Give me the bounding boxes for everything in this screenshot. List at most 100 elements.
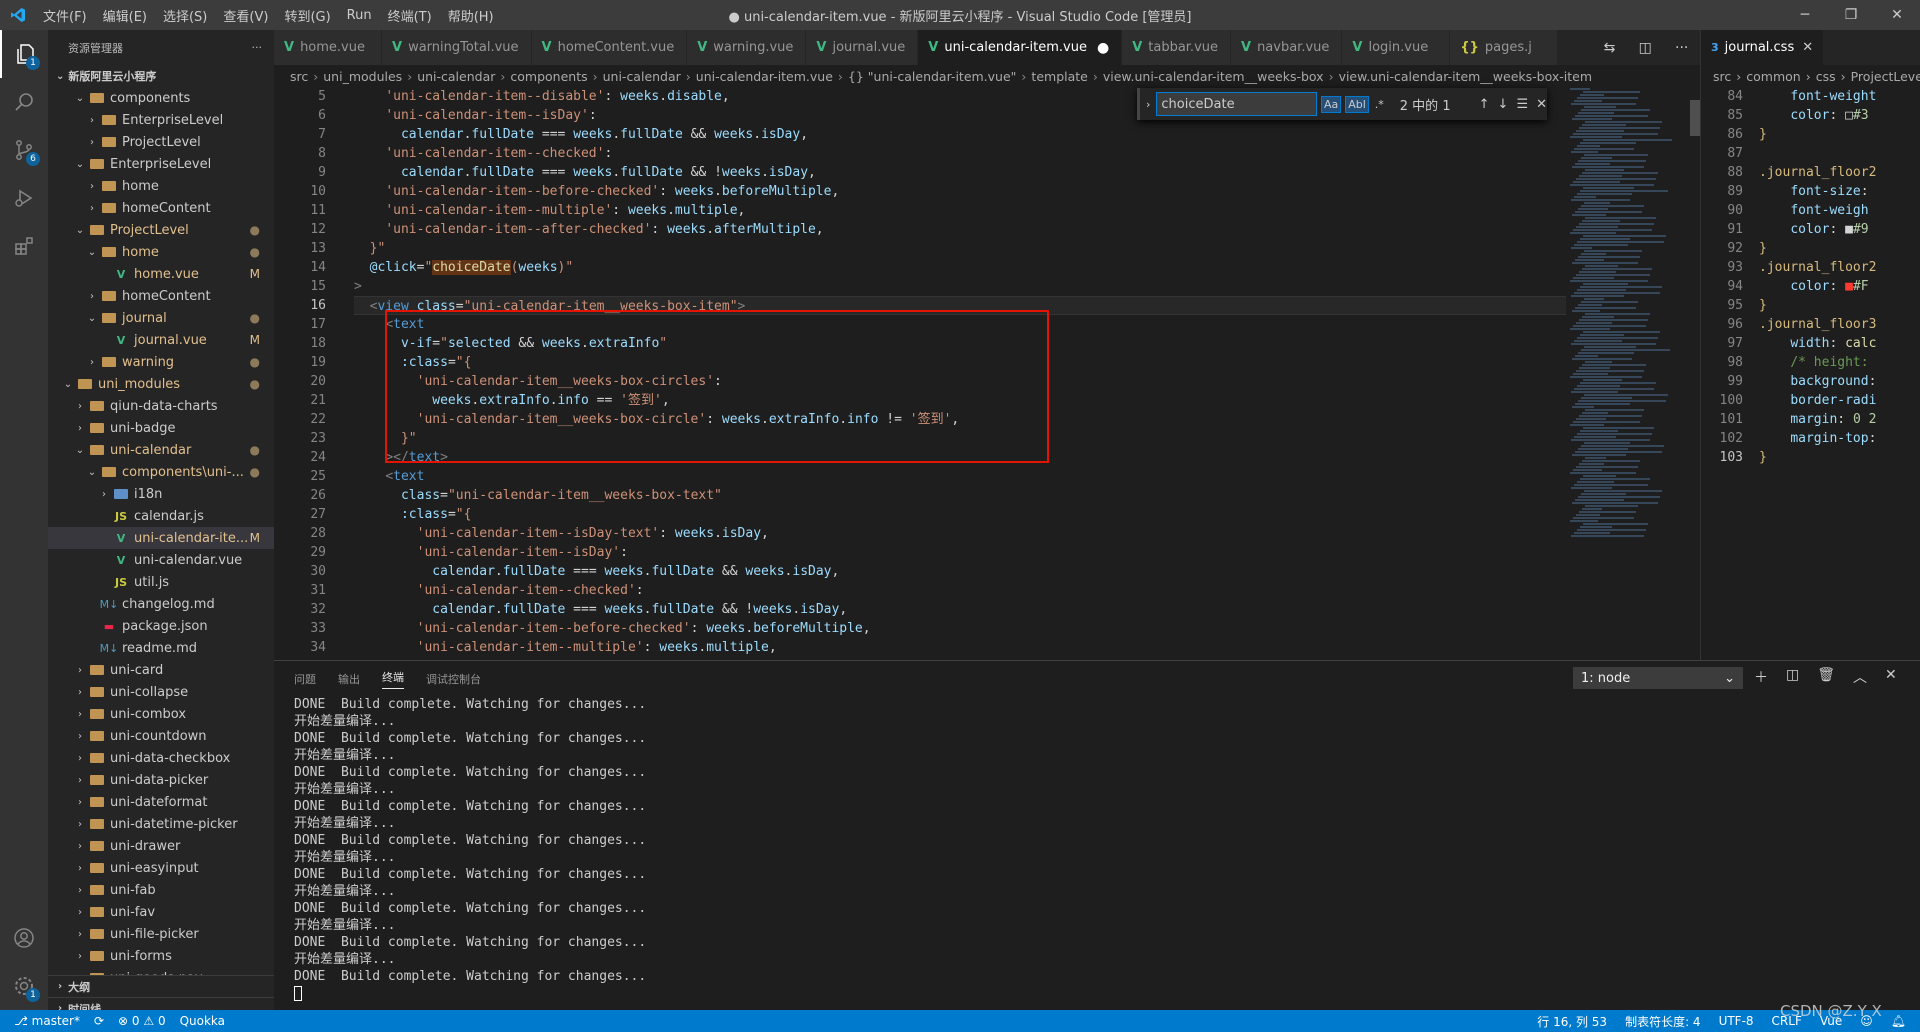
tree-item[interactable]: ⌄ EnterpriseLevel <box>48 153 274 175</box>
code-line[interactable]: margin-top: <box>1759 429 1909 448</box>
code-editor[interactable]: 5 6 7 8 9 10 11 12 13 14 15 16 17 18 19 20 21 22 23 24 25 26 2… <box>274 87 1700 660</box>
tree-item[interactable]: › warning ● <box>48 351 274 373</box>
tree-item[interactable]: › i18n <box>48 483 274 505</box>
panel-tab[interactable]: 输出 <box>338 671 360 687</box>
code-line[interactable]: weeks.extraInfo.info == '签到', <box>354 391 1654 410</box>
tree-item[interactable]: JS calendar.js <box>48 505 274 527</box>
terminal-dropdown[interactable]: 1: node ⌄ <box>1573 667 1743 689</box>
code-line[interactable]: <view class="uni-calendar-item__weeks-bo… <box>354 296 1654 315</box>
run-debug-icon[interactable] <box>0 174 48 222</box>
tree-item[interactable]: › uni-badge <box>48 417 274 439</box>
terminal-output[interactable]: DONE Build complete. Watching for change… <box>274 696 1920 1002</box>
extensions-icon[interactable] <box>0 222 48 270</box>
code-line[interactable]: 'uni-calendar-item--before-checked': wee… <box>354 619 1654 638</box>
code-line[interactable]: :class="{ <box>354 505 1654 524</box>
tab-warning-vue[interactable]: Vwarning.vue <box>687 30 807 65</box>
quokka-indicator[interactable]: Quokka <box>180 1014 225 1028</box>
branch-indicator[interactable]: ⎇ master* <box>14 1014 80 1028</box>
tree-item[interactable]: › homeContent <box>48 285 274 307</box>
code-line[interactable]: font-weight <box>1759 87 1909 106</box>
panel-tab[interactable]: 问题 <box>294 671 316 687</box>
menu-item[interactable]: Run <box>339 8 380 23</box>
tree-item[interactable]: › homeContent <box>48 197 274 219</box>
open-changes-icon[interactable]: ⇆ <box>1604 40 1616 56</box>
breadcrumb-item[interactable]: components <box>510 69 587 84</box>
whole-word-toggle[interactable]: Abl <box>1345 95 1369 113</box>
right-minimap[interactable] <box>1906 87 1920 660</box>
terminal-prompt[interactable] <box>294 985 1920 1002</box>
tree-item[interactable]: ⌄ uni_modules ● <box>48 373 274 395</box>
new-terminal-icon[interactable]: ＋ <box>1754 667 1768 687</box>
code-line[interactable]: } <box>1759 125 1909 144</box>
code-content[interactable]: 'uni-calendar-item--disable': weeks.disa… <box>354 87 1654 660</box>
breadcrumb-item[interactable]: template <box>1031 69 1087 84</box>
menu-item[interactable]: 帮助(H) <box>440 6 502 25</box>
tree-item[interactable]: Vhome.vue M <box>48 263 274 285</box>
tree-item[interactable]: › uni-combox <box>48 703 274 725</box>
modified-dot-icon[interactable]: ● <box>1097 40 1109 56</box>
code-line[interactable]: class="uni-calendar-item__weeks-box-text… <box>354 486 1654 505</box>
regex-toggle[interactable]: .* <box>1373 97 1386 112</box>
tree-item[interactable]: ⌄ components\uni-... ● <box>48 461 274 483</box>
split-editor-icon[interactable]: ◫ <box>1639 40 1652 56</box>
more-actions-icon[interactable]: ··· <box>252 41 263 54</box>
tree-item[interactable]: › uni-forms <box>48 945 274 967</box>
panel-tab[interactable]: 终端 <box>382 669 404 689</box>
code-line[interactable]: 'uni-calendar-item--checked': <box>354 144 1654 163</box>
tab-warningtotal-vue[interactable]: VwarningTotal.vue <box>382 30 532 65</box>
cursor-position[interactable]: 行 16, 列 53 <box>1537 1013 1607 1030</box>
code-line[interactable]: 'uni-calendar-item__weeks-box-circles': <box>354 372 1654 391</box>
menu-item[interactable]: 编辑(E) <box>95 6 155 25</box>
breadcrumb-item[interactable]: uni-calendar-item.vue <box>696 69 833 84</box>
tab-journal-css[interactable]: 3 journal.css ✕ <box>1701 30 1825 65</box>
code-line[interactable]: calendar.fullDate === weeks.fullDate && … <box>354 600 1654 619</box>
tree-item[interactable]: › uni-card <box>48 659 274 681</box>
code-line[interactable]: @click="choiceDate(weeks)" <box>354 258 1654 277</box>
next-match-icon[interactable]: ↓ <box>1498 97 1509 112</box>
search-icon[interactable] <box>0 78 48 126</box>
account-icon[interactable] <box>0 914 48 962</box>
breadcrumb-item[interactable]: view.uni-calendar-item__weeks-box-item <box>1339 69 1592 84</box>
breadcrumb-item[interactable]: uni-calendar <box>603 69 681 84</box>
breadcrumb-item[interactable]: view.uni-calendar-item__weeks-box <box>1103 69 1324 84</box>
code-line[interactable]: margin: 0 2 <box>1759 410 1909 429</box>
code-line[interactable]: 'uni-calendar-item--after-checked': week… <box>354 220 1654 239</box>
workspace-header[interactable]: ⌄ 新版阿里云小程序 <box>48 65 274 87</box>
breadcrumb-item[interactable]: src <box>290 69 308 84</box>
source-control-icon[interactable]: 6 <box>0 126 48 174</box>
tree-item[interactable]: JS util.js <box>48 571 274 593</box>
more-editor-actions-icon[interactable]: ··· <box>1675 40 1688 56</box>
menu-item[interactable]: 终端(T) <box>380 6 440 25</box>
tree-item[interactable]: ⌄ home ● <box>48 241 274 263</box>
menu-item[interactable]: 查看(V) <box>215 6 276 25</box>
code-line[interactable]: font-size: <box>1759 182 1909 201</box>
tree-item[interactable]: › home <box>48 175 274 197</box>
tab-journal-vue[interactable]: Vjournal.vue <box>806 30 919 65</box>
code-line[interactable]: 'uni-calendar-item--before-checked': wee… <box>354 182 1654 201</box>
breadcrumb-item[interactable]: {} "uni-calendar-item.vue" <box>848 69 1017 84</box>
code-line[interactable]: .journal_floor2 <box>1759 163 1909 182</box>
right-code-content[interactable]: font-weight color: □#3} .journal_floor2 … <box>1759 87 1909 467</box>
tree-item[interactable]: › uni-data-checkbox <box>48 747 274 769</box>
breadcrumb-item[interactable]: uni_modules <box>323 69 402 84</box>
tree-item[interactable]: › uni-data-picker <box>48 769 274 791</box>
code-line[interactable]: } <box>1759 239 1909 258</box>
find-in-selection-icon[interactable]: ☰ <box>1516 97 1528 112</box>
code-line[interactable]: <text <box>354 315 1654 334</box>
tree-item[interactable]: › uni-file-picker <box>48 923 274 945</box>
tree-item[interactable]: › uni-drawer <box>48 835 274 857</box>
code-line[interactable]: 'uni-calendar-item--multiple': weeks.mul… <box>354 638 1654 657</box>
tree-item[interactable]: › qiun-data-charts <box>48 395 274 417</box>
code-line[interactable]: > <box>354 277 1654 296</box>
minimap[interactable] <box>1566 87 1678 660</box>
code-line[interactable]: 'uni-calendar-item--checked': <box>354 581 1654 600</box>
breadcrumb-item[interactable]: css <box>1816 69 1836 84</box>
tree-item[interactable]: M↓ changelog.md <box>48 593 274 615</box>
code-line[interactable]: :class="{ <box>354 353 1654 372</box>
code-line[interactable]: color: □#3 <box>1759 106 1909 125</box>
tree-item[interactable]: › uni-dateformat <box>48 791 274 813</box>
menu-item[interactable]: 文件(F) <box>35 6 95 25</box>
code-line[interactable]: calendar.fullDate === weeks.fullDate && … <box>354 562 1654 581</box>
sync-icon[interactable]: ⟳ <box>94 1014 104 1028</box>
tab-homecontent-vue[interactable]: VhomeContent.vue <box>531 30 688 65</box>
